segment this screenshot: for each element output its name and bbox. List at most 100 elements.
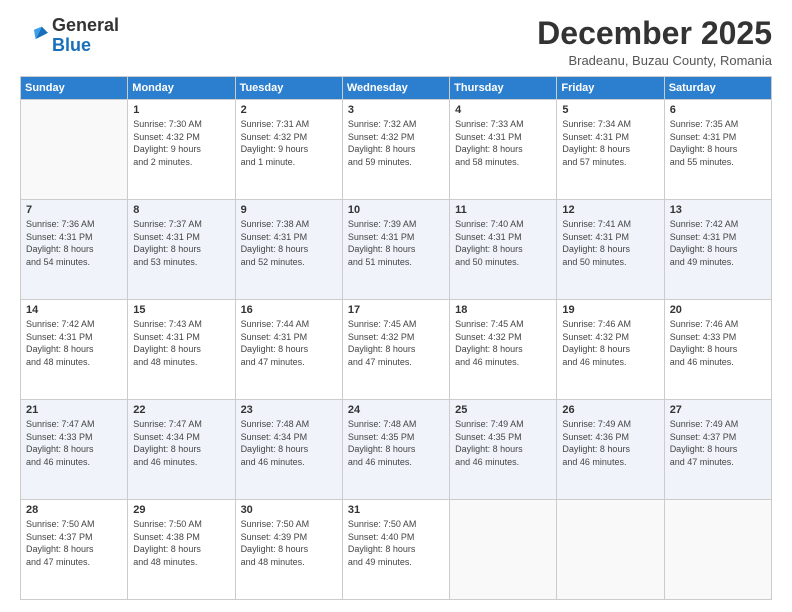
day-number: 15: [133, 304, 229, 316]
calendar-cell: 29 Sunrise: 7:50 AMSunset: 4:38 PMDayligh…: [128, 500, 235, 600]
title-block: December 2025 Bradeanu, Buzau County, Ro…: [537, 16, 772, 68]
calendar-cell: 14 Sunrise: 7:42 AMSunset: 4:31 PMDayligh…: [21, 300, 128, 400]
day-number: 19: [562, 304, 658, 316]
cell-content: Sunrise: 7:33 AMSunset: 4:31 PMDaylight:…: [455, 118, 551, 168]
calendar-cell: 21 Sunrise: 7:47 AMSunset: 4:33 PMDayligh…: [21, 400, 128, 500]
cell-content: Sunrise: 7:36 AMSunset: 4:31 PMDaylight:…: [26, 218, 122, 268]
day-number: 6: [670, 104, 766, 116]
day-number: 7: [26, 204, 122, 216]
cell-content: Sunrise: 7:49 AMSunset: 4:36 PMDaylight:…: [562, 418, 658, 468]
calendar-cell: [557, 500, 664, 600]
calendar-cell: 7 Sunrise: 7:36 AMSunset: 4:31 PMDaylight…: [21, 200, 128, 300]
calendar-cell: 12 Sunrise: 7:41 AMSunset: 4:31 PMDayligh…: [557, 200, 664, 300]
cell-content: Sunrise: 7:42 AMSunset: 4:31 PMDaylight:…: [26, 318, 122, 368]
cell-content: Sunrise: 7:43 AMSunset: 4:31 PMDaylight:…: [133, 318, 229, 368]
day-number: 3: [348, 104, 444, 116]
cell-content: Sunrise: 7:47 AMSunset: 4:33 PMDaylight:…: [26, 418, 122, 468]
calendar-cell: 2Sunrise: 7:31 AMSunset: 4:32 PMDaylight…: [235, 100, 342, 200]
calendar-cell: 16Sunrise: 7:44 AMSunset: 4:31 PMDayligh…: [235, 300, 342, 400]
day-number: 5: [562, 104, 658, 116]
day-number: 30: [241, 504, 337, 516]
day-number: 1: [133, 104, 229, 116]
calendar-cell: 25 Sunrise: 7:49 AMSunset: 4:35 PMDayligh…: [450, 400, 557, 500]
day-number: 24: [348, 404, 444, 416]
day-number: 20: [670, 304, 766, 316]
calendar-cell: 18 Sunrise: 7:45 AMSunset: 4:32 PMDayligh…: [450, 300, 557, 400]
cell-content: Sunrise: 7:32 AMSunset: 4:32 PMDaylight:…: [348, 118, 444, 168]
calendar-cell: 10 Sunrise: 7:39 AMSunset: 4:31 PMDayligh…: [342, 200, 449, 300]
calendar-cell: 3 Sunrise: 7:32 AMSunset: 4:32 PMDaylight…: [342, 100, 449, 200]
cell-content: Sunrise: 7:50 AMSunset: 4:40 PMDaylight:…: [348, 518, 444, 568]
calendar-week-4: 21 Sunrise: 7:47 AMSunset: 4:33 PMDayligh…: [21, 400, 772, 500]
calendar-cell: 17Sunrise: 7:45 AMSunset: 4:32 PMDayligh…: [342, 300, 449, 400]
calendar-cell: 22Sunrise: 7:47 AMSunset: 4:34 PMDayligh…: [128, 400, 235, 500]
cell-content: Sunrise: 7:30 AMSunset: 4:32 PMDaylight:…: [133, 118, 229, 168]
cell-content: Sunrise: 7:37 AMSunset: 4:31 PMDaylight:…: [133, 218, 229, 268]
day-number: 22: [133, 404, 229, 416]
calendar-cell: 20Sunrise: 7:46 AMSunset: 4:33 PMDayligh…: [664, 300, 771, 400]
month-title: December 2025: [537, 16, 772, 51]
day-number: 28: [26, 504, 122, 516]
day-header-friday: Friday: [557, 77, 664, 100]
cell-content: Sunrise: 7:50 AMSunset: 4:39 PMDaylight:…: [241, 518, 337, 568]
calendar-cell: 11 Sunrise: 7:40 AMSunset: 4:31 PMDayligh…: [450, 200, 557, 300]
day-number: 9: [241, 204, 337, 216]
cell-content: Sunrise: 7:50 AMSunset: 4:37 PMDaylight:…: [26, 518, 122, 568]
calendar-cell: 24 Sunrise: 7:48 AMSunset: 4:35 PMDayligh…: [342, 400, 449, 500]
cell-content: Sunrise: 7:48 AMSunset: 4:35 PMDaylight:…: [348, 418, 444, 468]
cell-content: Sunrise: 7:44 AMSunset: 4:31 PMDaylight:…: [241, 318, 337, 368]
calendar-cell: 6 Sunrise: 7:35 AMSunset: 4:31 PMDaylight…: [664, 100, 771, 200]
calendar-cell: 27 Sunrise: 7:49 AMSunset: 4:37 PMDayligh…: [664, 400, 771, 500]
day-number: 11: [455, 204, 551, 216]
page: General Blue December 2025 Bradeanu, Buz…: [0, 0, 792, 612]
cell-content: Sunrise: 7:49 AMSunset: 4:35 PMDaylight:…: [455, 418, 551, 468]
cell-content: Sunrise: 7:39 AMSunset: 4:31 PMDaylight:…: [348, 218, 444, 268]
calendar-table: SundayMondayTuesdayWednesdayThursdayFrid…: [20, 76, 772, 600]
logo: General Blue: [20, 16, 119, 56]
calendar-week-1: 1 Sunrise: 7:30 AMSunset: 4:32 PMDaylight…: [21, 100, 772, 200]
day-header-wednesday: Wednesday: [342, 77, 449, 100]
calendar-cell: 28 Sunrise: 7:50 AMSunset: 4:37 PMDayligh…: [21, 500, 128, 600]
calendar-cell: 15 Sunrise: 7:43 AMSunset: 4:31 PMDayligh…: [128, 300, 235, 400]
cell-content: Sunrise: 7:35 AMSunset: 4:31 PMDaylight:…: [670, 118, 766, 168]
calendar-cell: 9Sunrise: 7:38 AMSunset: 4:31 PMDaylight…: [235, 200, 342, 300]
cell-content: Sunrise: 7:40 AMSunset: 4:31 PMDaylight:…: [455, 218, 551, 268]
cell-content: Sunrise: 7:46 AMSunset: 4:32 PMDaylight:…: [562, 318, 658, 368]
day-number: 17: [348, 304, 444, 316]
calendar-week-2: 7 Sunrise: 7:36 AMSunset: 4:31 PMDaylight…: [21, 200, 772, 300]
day-number: 31: [348, 504, 444, 516]
day-number: 18: [455, 304, 551, 316]
cell-content: Sunrise: 7:48 AMSunset: 4:34 PMDaylight:…: [241, 418, 337, 468]
cell-content: Sunrise: 7:41 AMSunset: 4:31 PMDaylight:…: [562, 218, 658, 268]
day-header-thursday: Thursday: [450, 77, 557, 100]
calendar-cell: 4 Sunrise: 7:33 AMSunset: 4:31 PMDaylight…: [450, 100, 557, 200]
calendar-cell: 8Sunrise: 7:37 AMSunset: 4:31 PMDaylight…: [128, 200, 235, 300]
header: General Blue December 2025 Bradeanu, Buz…: [20, 16, 772, 68]
calendar-cell: [450, 500, 557, 600]
day-number: 13: [670, 204, 766, 216]
day-number: 4: [455, 104, 551, 116]
calendar-cell: 1 Sunrise: 7:30 AMSunset: 4:32 PMDaylight…: [128, 100, 235, 200]
day-number: 10: [348, 204, 444, 216]
calendar-week-3: 14 Sunrise: 7:42 AMSunset: 4:31 PMDayligh…: [21, 300, 772, 400]
calendar-cell: 5 Sunrise: 7:34 AMSunset: 4:31 PMDaylight…: [557, 100, 664, 200]
day-number: 2: [241, 104, 337, 116]
calendar-cell: 31 Sunrise: 7:50 AMSunset: 4:40 PMDayligh…: [342, 500, 449, 600]
cell-content: Sunrise: 7:50 AMSunset: 4:38 PMDaylight:…: [133, 518, 229, 568]
day-number: 12: [562, 204, 658, 216]
day-number: 25: [455, 404, 551, 416]
day-number: 21: [26, 404, 122, 416]
day-header-saturday: Saturday: [664, 77, 771, 100]
header-row: SundayMondayTuesdayWednesdayThursdayFrid…: [21, 77, 772, 100]
cell-content: Sunrise: 7:34 AMSunset: 4:31 PMDaylight:…: [562, 118, 658, 168]
day-number: 14: [26, 304, 122, 316]
day-number: 27: [670, 404, 766, 416]
cell-content: Sunrise: 7:49 AMSunset: 4:37 PMDaylight:…: [670, 418, 766, 468]
day-header-sunday: Sunday: [21, 77, 128, 100]
calendar-week-5: 28 Sunrise: 7:50 AMSunset: 4:37 PMDayligh…: [21, 500, 772, 600]
logo-blue-text: Blue: [52, 35, 91, 55]
day-header-tuesday: Tuesday: [235, 77, 342, 100]
calendar-cell: 13Sunrise: 7:42 AMSunset: 4:31 PMDayligh…: [664, 200, 771, 300]
day-number: 29: [133, 504, 229, 516]
cell-content: Sunrise: 7:45 AMSunset: 4:32 PMDaylight:…: [455, 318, 551, 368]
